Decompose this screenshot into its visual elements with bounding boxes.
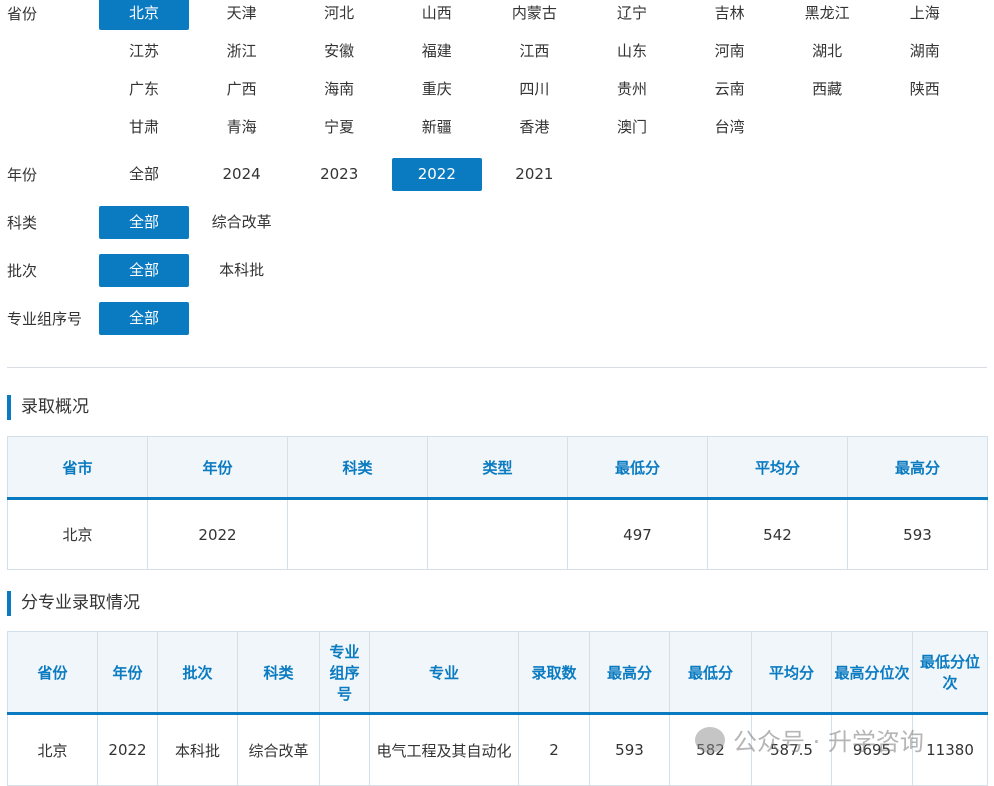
province-option[interactable]: 江西 — [489, 35, 579, 68]
province-option[interactable]: 内蒙古 — [489, 0, 579, 30]
table-cell: 本科批 — [157, 713, 238, 786]
province-option[interactable]: 云南 — [685, 73, 775, 106]
divider — [7, 367, 987, 368]
batch-option[interactable]: 本科批 — [197, 254, 287, 287]
province-option[interactable]: 北京 — [99, 0, 189, 30]
column-header: 最高分 — [589, 631, 670, 715]
province-option[interactable]: 上海 — [880, 0, 970, 30]
column-header: 录取数 — [518, 631, 590, 715]
table-row: 北京 2022 497 542 593 — [7, 498, 988, 570]
province-option[interactable]: 山西 — [392, 0, 482, 30]
column-header: 平均分 — [707, 436, 848, 500]
province-option[interactable]: 安徽 — [294, 35, 384, 68]
category-option[interactable]: 综合改革 — [197, 206, 287, 239]
province-option[interactable]: 广东 — [99, 73, 189, 106]
batch-option[interactable]: 全部 — [99, 254, 189, 287]
province-option[interactable]: 浙江 — [197, 35, 287, 68]
province-option[interactable]: 新疆 — [392, 111, 482, 144]
province-option[interactable]: 宁夏 — [294, 111, 384, 144]
province-option[interactable]: 香港 — [489, 111, 579, 144]
table-cell: 593 — [847, 498, 988, 570]
province-option[interactable]: 辽宁 — [587, 0, 677, 30]
column-header: 最高分 — [847, 436, 988, 500]
year-option[interactable]: 2024 — [197, 158, 287, 191]
table-cell — [427, 498, 568, 570]
province-option[interactable]: 黑龙江 — [782, 0, 872, 30]
province-option[interactable]: 天津 — [197, 0, 287, 30]
column-header: 省市 — [7, 436, 148, 500]
province-filter-label: 省份 — [7, 5, 38, 23]
province-option[interactable]: 贵州 — [587, 73, 677, 106]
summary-section-title: 录取概况 — [7, 395, 89, 420]
major-table: 省份 年份 批次 科类 专业组序号 专业 录取数 最高分 最低分 平均分 最高分位次 最低分位次 北京… — [7, 631, 988, 786]
province-option[interactable]: 广西 — [197, 73, 287, 106]
watermark: 公众号 · 升学咨询 — [695, 722, 924, 757]
province-option[interactable]: 河北 — [294, 0, 384, 30]
column-header: 科类 — [237, 631, 320, 715]
table-cell — [319, 713, 370, 786]
column-header: 年份 — [97, 631, 158, 715]
category-option[interactable]: 全部 — [99, 206, 189, 239]
column-header: 专业 — [369, 631, 519, 715]
column-header: 省份 — [7, 631, 98, 715]
table-cell: 2022 — [97, 713, 158, 786]
province-option[interactable]: 江苏 — [99, 35, 189, 68]
column-header: 类型 — [427, 436, 568, 500]
category-filter-label: 科类 — [7, 214, 38, 232]
province-option[interactable]: 陕西 — [880, 73, 970, 106]
year-filter-label: 年份 — [7, 166, 38, 184]
column-header: 最低分 — [567, 436, 708, 500]
year-option[interactable]: 2022 — [391, 158, 482, 191]
province-option[interactable]: 海南 — [294, 73, 384, 106]
table-cell: 497 — [567, 498, 708, 570]
table-cell: 542 — [707, 498, 848, 570]
summary-table: 省市 年份 科类 类型 最低分 平均分 最高分 北京 2022 497 542 593 — [7, 436, 988, 570]
batch-filter-label: 批次 — [7, 262, 38, 280]
column-header: 最高分位次 — [831, 631, 913, 715]
province-option[interactable]: 重庆 — [392, 73, 482, 106]
province-option[interactable]: 四川 — [489, 73, 579, 106]
province-option[interactable]: 台湾 — [685, 111, 775, 144]
column-header: 平均分 — [751, 631, 832, 715]
province-option[interactable]: 福建 — [392, 35, 482, 68]
wechat-icon — [695, 726, 725, 753]
column-header: 批次 — [157, 631, 238, 715]
column-header: 科类 — [287, 436, 428, 500]
province-option[interactable]: 河南 — [685, 35, 775, 68]
table-cell: 北京 — [7, 498, 148, 570]
year-option[interactable]: 2023 — [294, 158, 384, 191]
column-header: 年份 — [147, 436, 288, 500]
province-option[interactable]: 青海 — [197, 111, 287, 144]
province-option[interactable]: 湖北 — [782, 35, 872, 68]
table-cell: 北京 — [7, 713, 98, 786]
year-option[interactable]: 全部 — [99, 158, 189, 191]
major-section-title: 分专业录取情况 — [7, 591, 140, 616]
column-header: 最低分位次 — [912, 631, 988, 715]
table-cell: 电气工程及其自动化 — [369, 713, 519, 786]
province-option[interactable]: 湖南 — [880, 35, 970, 68]
province-option[interactable]: 甘肃 — [99, 111, 189, 144]
table-cell: 2022 — [147, 498, 288, 570]
group-option[interactable]: 全部 — [99, 302, 189, 335]
year-option[interactable]: 2021 — [489, 158, 579, 191]
province-option[interactable]: 山东 — [587, 35, 677, 68]
province-option[interactable]: 澳门 — [587, 111, 677, 144]
column-header: 专业组序号 — [319, 631, 370, 715]
group-filter-label: 专业组序号 — [7, 310, 83, 328]
province-option[interactable]: 吉林 — [685, 0, 775, 30]
table-cell: 593 — [589, 713, 670, 786]
column-header: 最低分 — [669, 631, 752, 715]
table-cell: 2 — [518, 713, 590, 786]
province-option[interactable]: 西藏 — [782, 73, 872, 106]
table-cell — [287, 498, 428, 570]
table-cell: 综合改革 — [237, 713, 320, 786]
